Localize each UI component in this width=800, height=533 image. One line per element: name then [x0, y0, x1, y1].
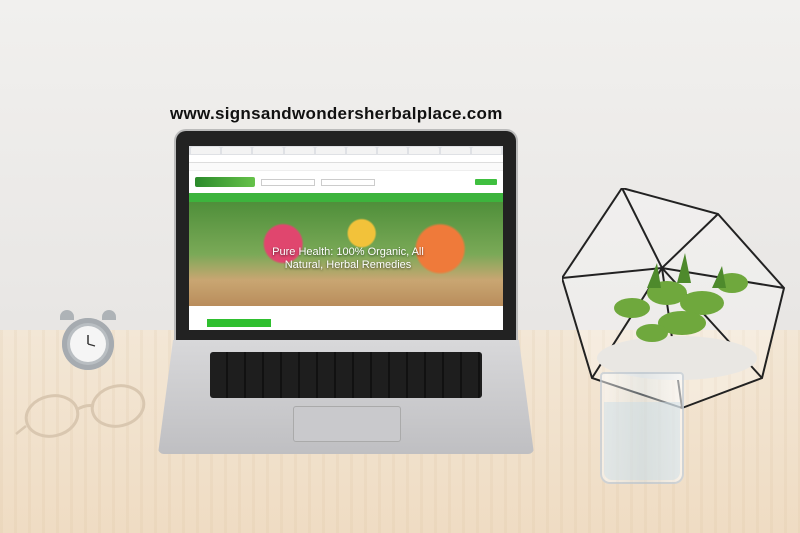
eyeglasses-icon	[15, 384, 146, 438]
site-header	[189, 171, 503, 193]
laptop-keyboard	[210, 352, 482, 398]
site-category-box	[321, 178, 375, 186]
cart-icon	[475, 179, 497, 185]
site-nav-bar	[189, 193, 503, 202]
clock-bell-right	[102, 310, 116, 320]
browser-bookmarks-bar	[189, 163, 503, 171]
site-logo	[195, 177, 255, 187]
laptop-trackpad	[293, 406, 401, 442]
glass-of-water-icon	[600, 372, 684, 484]
hero-headline: Pure Health: 100% Organic, All Natural, …	[272, 246, 424, 271]
clock-hands-icon	[87, 335, 96, 347]
hero-button	[207, 319, 271, 327]
website-url-caption: www.signsandwondersherbalplace.com	[170, 104, 503, 123]
site-hero-banner: Pure Health: 100% Organic, All Natural, …	[189, 202, 503, 306]
browser-address-bar	[189, 155, 503, 163]
site-search-box	[261, 178, 315, 186]
clock-face	[70, 326, 106, 362]
browser-tab-strip	[189, 146, 503, 155]
laptop-screen: Pure Health: 100% Organic, All Natural, …	[189, 146, 503, 330]
clock-bell-left	[60, 310, 74, 320]
